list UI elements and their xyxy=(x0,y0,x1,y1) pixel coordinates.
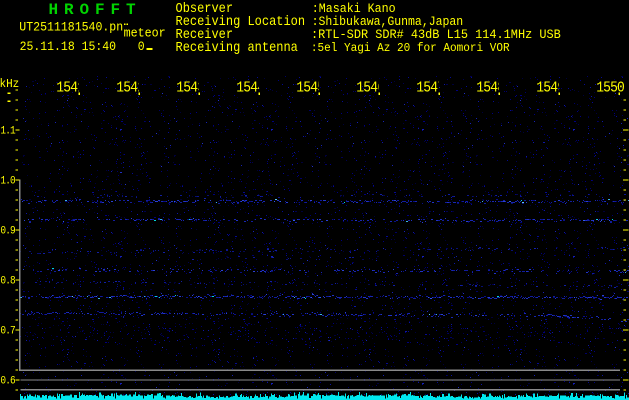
svg-text:154: 154 xyxy=(116,80,137,97)
svg-text:154: 154 xyxy=(416,80,437,97)
svg-text:H R O F F T: H R O F F T xyxy=(49,1,137,19)
svg-text:0.8: 0.8 xyxy=(0,276,15,288)
svg-text:Receiving antenna: Receiving antenna xyxy=(176,40,299,56)
svg-text:0: 0 xyxy=(138,39,145,54)
svg-text:0.7: 0.7 xyxy=(0,326,15,338)
svg-text:1550: 1550 xyxy=(596,80,624,97)
svg-text:154: 154 xyxy=(356,80,377,97)
svg-text::5el Yagi Az 20 for Aomori VOR: :5el Yagi Az 20 for Aomori VOR xyxy=(311,41,510,56)
svg-text:154: 154 xyxy=(296,80,317,97)
svg-text:UT2511181540.pn: UT2511181540.pn xyxy=(19,20,123,35)
svg-text:154: 154 xyxy=(476,80,497,97)
svg-text:1.0: 1.0 xyxy=(0,176,15,188)
svg-text:25.11.18 15:40: 25.11.18 15:40 xyxy=(20,39,116,54)
svg-text:kHz: kHz xyxy=(0,76,19,91)
svg-text:0.9: 0.9 xyxy=(0,226,15,238)
svg-text:154: 154 xyxy=(236,80,257,97)
svg-text:0.6: 0.6 xyxy=(0,376,15,388)
svg-text:154: 154 xyxy=(56,80,77,97)
svg-text:154: 154 xyxy=(536,80,557,97)
svg-text:1.1: 1.1 xyxy=(0,126,15,138)
svg-text:154: 154 xyxy=(176,80,197,97)
